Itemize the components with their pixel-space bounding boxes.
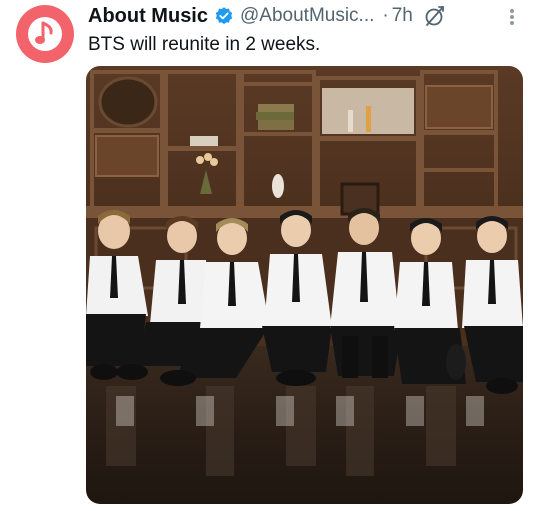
separator-dot: · (382, 5, 389, 26)
tweet[interactable]: About Music @AboutMusic... · 7h BTS will… (0, 0, 540, 511)
tweet-header: About Music @AboutMusic... · 7h (88, 2, 447, 30)
tweet-photo[interactable] (86, 66, 523, 504)
tweet-text: BTS will reunite in 2 weeks. (88, 34, 321, 55)
verified-badge-icon (214, 6, 234, 26)
avatar[interactable] (16, 5, 74, 63)
author-handle[interactable]: @AboutMusic... (240, 5, 374, 27)
display-name[interactable]: About Music (88, 5, 208, 28)
group-photo-illustration (86, 66, 523, 504)
music-note-icon (28, 17, 62, 51)
more-options-icon[interactable] (504, 6, 520, 28)
grok-icon[interactable] (423, 4, 447, 28)
timestamp[interactable]: 7h (392, 5, 413, 27)
